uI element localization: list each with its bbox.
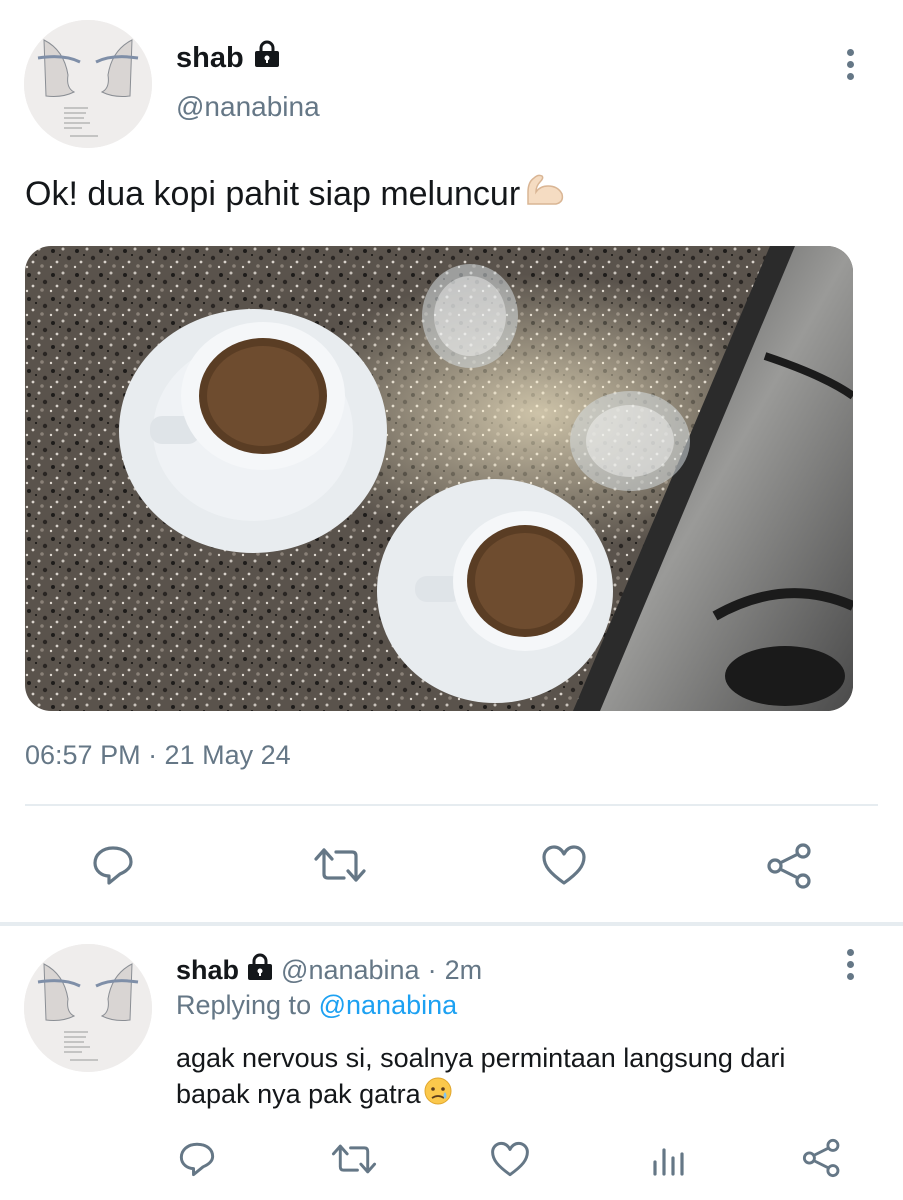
lock-icon xyxy=(247,953,273,988)
flexed-biceps-icon xyxy=(522,172,566,217)
like-icon xyxy=(491,1141,529,1177)
retweet-icon xyxy=(314,848,366,882)
share-button[interactable] xyxy=(764,840,816,892)
author-name-row[interactable]: shab xyxy=(176,40,280,76)
reply-header: shab @nanabina · 2m xyxy=(176,953,482,988)
reply-button[interactable] xyxy=(88,840,138,890)
reply-separator: · xyxy=(427,955,437,985)
tweet-text-row: Ok! dua kopi pahit siap meluncur xyxy=(25,172,566,217)
reply-author-handle[interactable]: @nanabina xyxy=(281,955,420,986)
coffee-cups-photo xyxy=(25,246,853,711)
analytics-button[interactable] xyxy=(648,1140,688,1180)
replying-to-label: Replying to xyxy=(176,990,312,1020)
avatar-artwork xyxy=(24,20,152,148)
divider xyxy=(25,804,878,806)
reply-author-name[interactable]: shab xyxy=(176,955,239,986)
share-icon xyxy=(767,843,811,889)
retweet-button[interactable] xyxy=(310,840,370,890)
tweet-timestamp[interactable]: 06:57 PM · 21 May 24 xyxy=(25,740,291,771)
reply-icon xyxy=(93,846,133,885)
lock-icon xyxy=(254,40,280,76)
retweet-icon xyxy=(331,1144,377,1174)
replying-to-line: Replying to @nanabina xyxy=(176,990,457,1021)
share-icon xyxy=(802,1138,840,1178)
reply-text: agak nervous si, soalnya permintaan lang… xyxy=(176,1040,866,1115)
reply-button[interactable] xyxy=(176,1138,218,1180)
like-button[interactable] xyxy=(488,1138,532,1180)
author-name[interactable]: shab xyxy=(176,42,244,75)
section-separator xyxy=(0,922,903,926)
avatar-artwork xyxy=(24,944,152,1072)
avatar[interactable] xyxy=(24,20,152,148)
analytics-icon xyxy=(653,1148,684,1176)
like-icon xyxy=(542,845,586,885)
share-button[interactable] xyxy=(800,1136,844,1180)
tweet-text: Ok! dua kopi pahit siap meluncur xyxy=(25,175,521,213)
retweet-button[interactable] xyxy=(330,1138,378,1180)
like-button[interactable] xyxy=(538,840,590,890)
author-handle[interactable]: @nanabina xyxy=(176,91,320,123)
replying-to-link[interactable]: @nanabina xyxy=(319,990,458,1020)
more-options-icon[interactable] xyxy=(844,49,856,80)
reply-icon xyxy=(179,1142,215,1177)
more-options-icon[interactable] xyxy=(844,949,856,980)
reply-time[interactable]: 2m xyxy=(445,955,483,986)
sad-relieved-face-icon xyxy=(423,1076,453,1115)
reply-text-body: agak nervous si, soalnya permintaan lang… xyxy=(176,1043,786,1109)
reply-avatar[interactable] xyxy=(24,944,152,1072)
tweet-photo[interactable] xyxy=(25,246,853,711)
